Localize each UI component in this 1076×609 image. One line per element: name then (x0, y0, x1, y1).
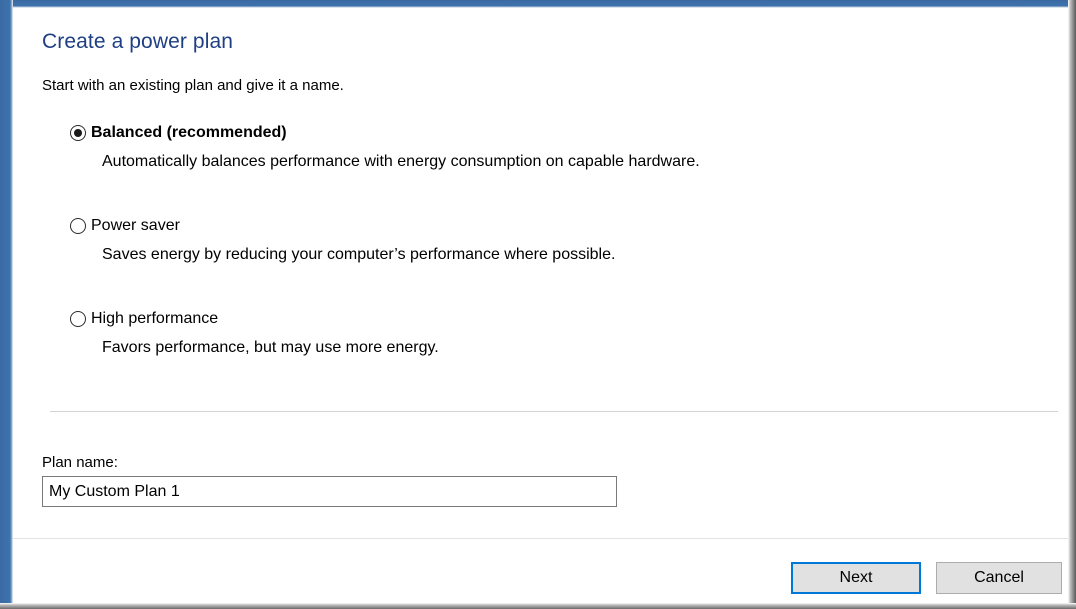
plan-name-label: Plan name: (42, 454, 118, 471)
cancel-button[interactable]: Cancel (936, 562, 1062, 594)
plan-option-high-performance[interactable]: High performance Favors performance, but… (70, 310, 439, 357)
plan-option-label[interactable]: High performance (91, 310, 218, 328)
radio-balanced[interactable] (70, 125, 86, 141)
window-right-shadow (1068, 0, 1076, 609)
page-title: Create a power plan (42, 30, 234, 53)
plan-option-label[interactable]: Power saver (91, 217, 180, 235)
plan-name-input[interactable] (42, 476, 617, 507)
next-button[interactable]: Next (791, 562, 921, 594)
section-divider (50, 411, 1058, 412)
plan-option-balanced[interactable]: Balanced (recommended) Automatically bal… (70, 124, 700, 171)
window-top-border (0, 0, 1076, 8)
plan-option-description: Saves energy by reducing your computer’s… (102, 246, 616, 263)
window-bottom-shadow (0, 603, 1076, 609)
plan-option-label[interactable]: Balanced (recommended) (91, 124, 287, 142)
plan-option-description: Automatically balances performance with … (102, 153, 700, 170)
plan-option-description: Favors performance, but may use more ene… (102, 339, 439, 356)
power-plan-dialog: Create a power plan Start with an existi… (0, 0, 1076, 609)
radio-power-saver[interactable] (70, 218, 86, 234)
radio-high-performance[interactable] (70, 311, 86, 327)
plan-option-power-saver[interactable]: Power saver Saves energy by reducing you… (70, 217, 615, 264)
instructions-text: Start with an existing plan and give it … (42, 77, 344, 94)
window-left-border (0, 0, 13, 609)
footer-divider (13, 538, 1068, 539)
